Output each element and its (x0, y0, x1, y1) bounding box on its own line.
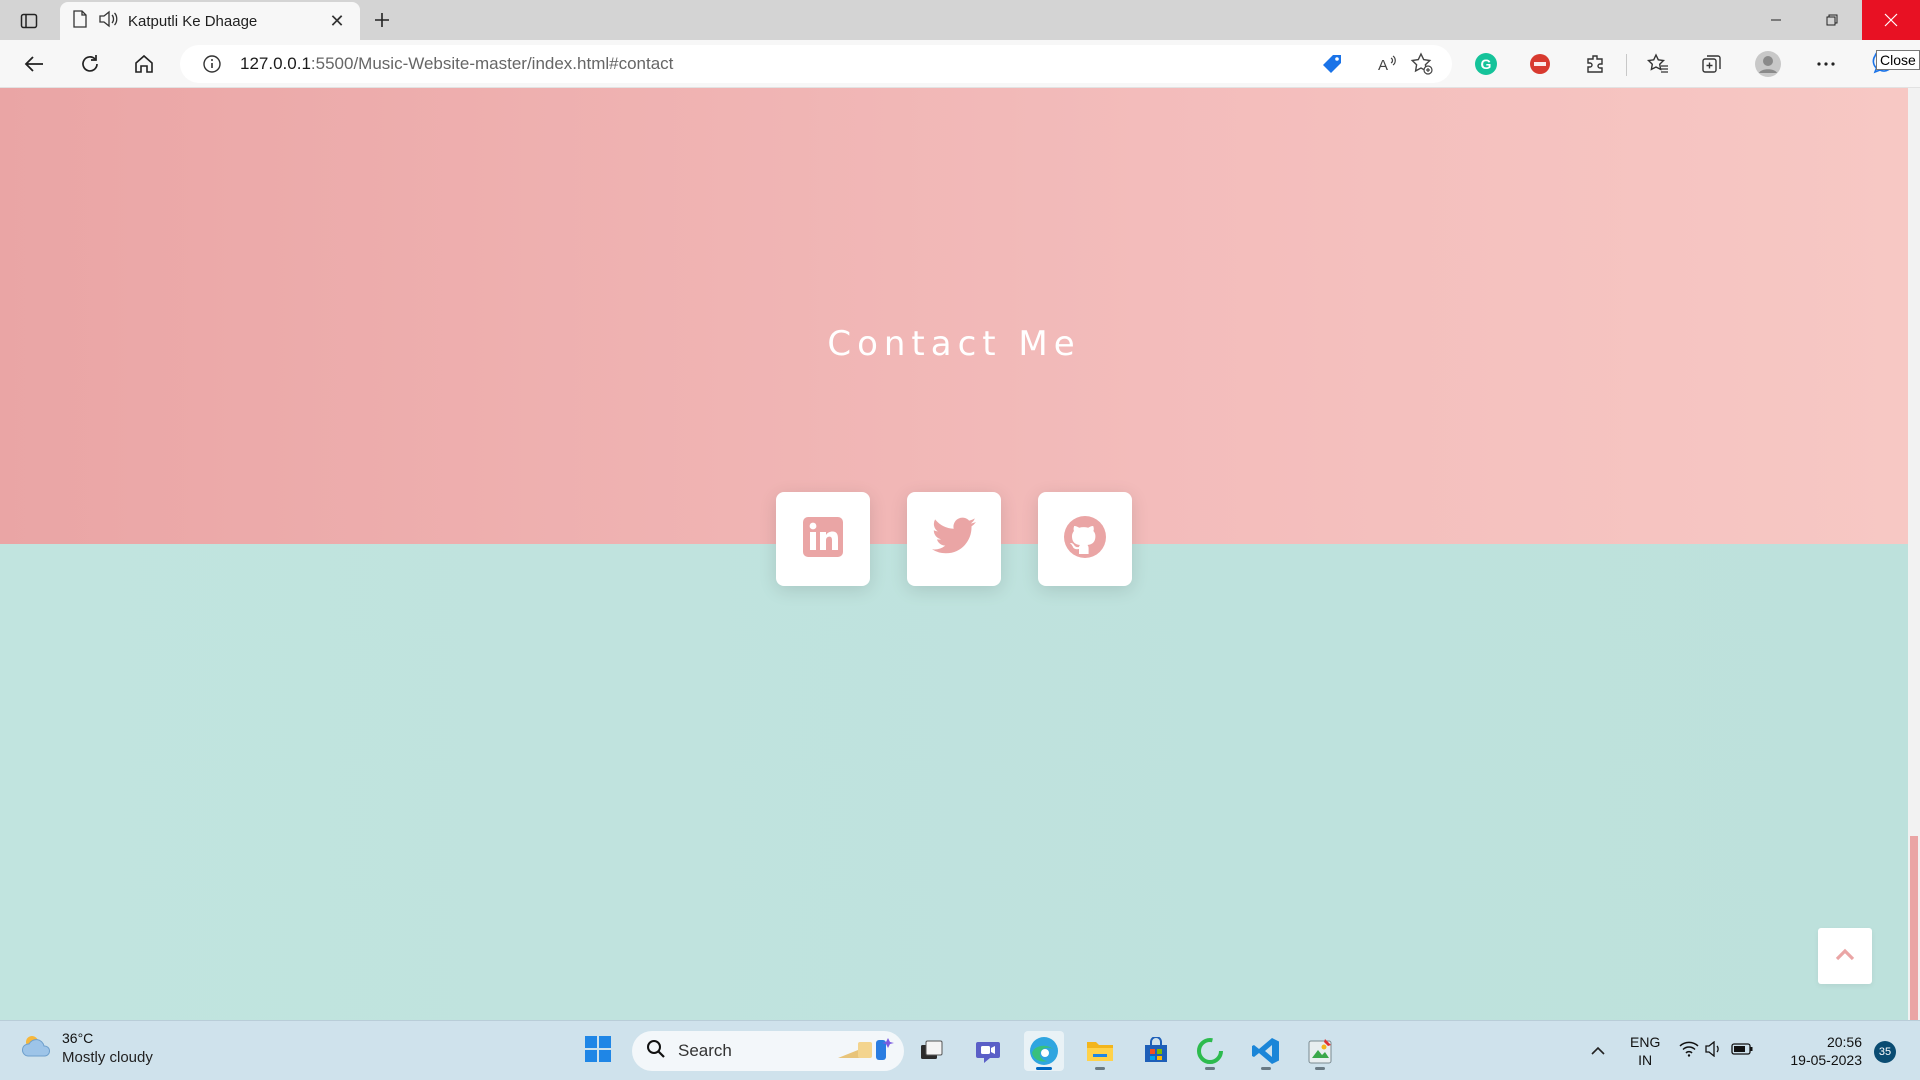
running-indicator (1261, 1067, 1271, 1070)
task-view-icon[interactable] (912, 1031, 952, 1071)
taskbar-search[interactable]: Search (632, 1031, 904, 1071)
add-favorite-icon[interactable] (1410, 52, 1434, 76)
twitter-icon (931, 517, 977, 562)
battery-icon (1731, 1042, 1753, 1061)
page-scrollbar[interactable] (1908, 88, 1920, 1020)
page-viewport: Contact Me (0, 88, 1908, 1020)
speaker-icon[interactable] (98, 10, 118, 33)
home-icon[interactable] (128, 48, 160, 80)
browser-titlebar: Katputli Ke Dhaage ✕ (0, 0, 1920, 40)
tab-close-icon[interactable]: ✕ (326, 10, 348, 32)
site-info-icon[interactable] (202, 54, 222, 74)
running-indicator (1095, 1067, 1105, 1070)
weather-temperature: 36°C (62, 1030, 94, 1046)
browser-tab[interactable]: Katputli Ke Dhaage ✕ (60, 2, 360, 40)
language-indicator[interactable]: ENG IN (1630, 1033, 1660, 1069)
browser-toolbar: 127.0.0.1:5500/Music-Website-master/inde… (0, 40, 1920, 88)
twitter-button[interactable] (907, 492, 1001, 586)
page-icon (72, 9, 88, 33)
linkedin-icon (802, 516, 844, 563)
clock-date: 19-05-2023 (1790, 1052, 1862, 1068)
microsoft-store-icon[interactable] (1136, 1031, 1176, 1071)
footer-section (0, 544, 1908, 1020)
url-text[interactable]: 127.0.0.1:5500/Music-Website-master/inde… (240, 54, 673, 74)
region-code: IN (1638, 1052, 1653, 1068)
more-options-icon[interactable] (1810, 48, 1842, 80)
url-path: :5500/Music-Website-master/index.html#co… (310, 54, 674, 73)
collections-icon[interactable] (1696, 48, 1728, 80)
tab-title: Katputli Ke Dhaage (128, 12, 258, 30)
search-highlight-icon (834, 1034, 894, 1069)
github-button[interactable] (1038, 492, 1132, 586)
clock-time: 20:56 (1826, 1034, 1862, 1050)
extensions-icon[interactable] (1580, 48, 1612, 80)
cloudy-weather-icon (20, 1032, 52, 1065)
github-icon (1062, 514, 1108, 565)
favorites-icon[interactable] (1642, 48, 1674, 80)
read-aloud-icon[interactable]: A (1376, 52, 1400, 76)
windows-logo-icon (584, 1035, 612, 1068)
notification-badge[interactable]: 35 (1874, 1041, 1896, 1063)
sync-app-icon[interactable] (1190, 1031, 1230, 1071)
running-indicator (1205, 1067, 1215, 1070)
grammarly-icon[interactable]: G (1470, 48, 1502, 80)
search-icon (646, 1039, 666, 1064)
new-tab-icon[interactable] (368, 6, 396, 34)
back-icon[interactable] (18, 48, 50, 80)
minimize-icon[interactable] (1748, 0, 1804, 40)
svg-text:A: A (1378, 57, 1388, 74)
system-clock[interactable]: 20:56 19-05-2023 (1776, 1033, 1862, 1069)
adblock-icon[interactable] (1524, 48, 1556, 80)
back-to-top-button[interactable] (1818, 928, 1872, 984)
notepad-app-icon[interactable] (1300, 1031, 1340, 1071)
restore-icon[interactable] (1804, 0, 1860, 40)
wifi-icon (1679, 1041, 1699, 1062)
weather-condition: Mostly cloudy (62, 1049, 153, 1066)
contact-title: Contact Me (827, 324, 1081, 364)
file-explorer-icon[interactable] (1080, 1031, 1120, 1071)
url-host: 127.0.0.1 (240, 54, 311, 73)
close-window-icon[interactable] (1862, 0, 1920, 40)
tab-actions-icon[interactable] (16, 8, 42, 34)
running-indicator (1315, 1067, 1325, 1070)
teams-chat-icon[interactable] (968, 1031, 1008, 1071)
quick-settings[interactable] (1676, 1031, 1756, 1071)
chevron-up-tray-icon[interactable] (1576, 1031, 1620, 1071)
edge-browser-icon[interactable] (1024, 1031, 1064, 1071)
toolbar-divider (1626, 54, 1627, 76)
svg-text:G: G (1481, 56, 1492, 72)
windows-taskbar: 36°C Mostly cloudy Search ENG IN 20:56 1… (0, 1020, 1920, 1080)
vscode-icon[interactable] (1246, 1031, 1286, 1071)
close-tooltip: Close (1876, 50, 1920, 70)
scrollbar-thumb[interactable] (1910, 836, 1918, 1020)
refresh-icon[interactable] (74, 48, 106, 80)
address-bar[interactable]: 127.0.0.1:5500/Music-Website-master/inde… (180, 45, 1452, 83)
start-button[interactable] (578, 1031, 618, 1071)
linkedin-button[interactable] (776, 492, 870, 586)
search-label: Search (678, 1041, 732, 1060)
profile-avatar-icon[interactable] (1752, 48, 1784, 80)
shopping-tag-icon[interactable] (1320, 52, 1344, 76)
active-indicator (1036, 1067, 1052, 1070)
language-code: ENG (1630, 1034, 1661, 1050)
weather-widget[interactable]: 36°C Mostly cloudy (20, 1029, 153, 1067)
contact-section (0, 88, 1908, 544)
volume-icon (1705, 1040, 1723, 1062)
chevron-up-icon (1835, 947, 1855, 966)
